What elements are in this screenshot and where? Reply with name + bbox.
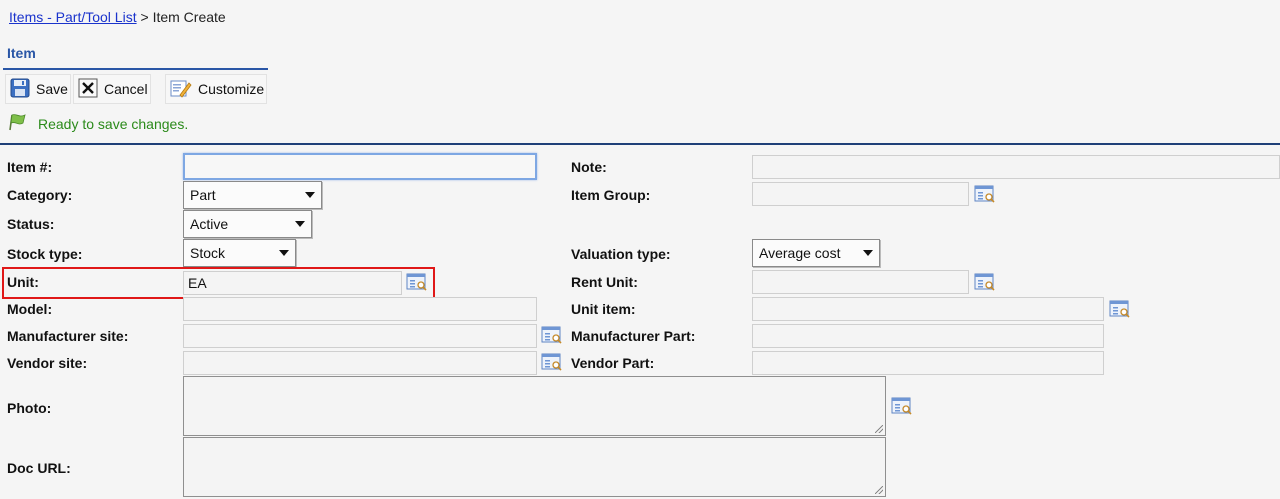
status-message: Ready to save changes. [8, 113, 188, 134]
valuation-type-label: Valuation type: [571, 246, 671, 262]
resize-handle-icon[interactable] [875, 486, 883, 494]
category-select-value: Part [190, 187, 216, 203]
valuation-type-select-value: Average cost [759, 245, 841, 261]
photo-label: Photo: [7, 400, 52, 416]
item-no-label: Item #: [7, 159, 53, 175]
lookup-icon[interactable] [541, 325, 563, 345]
lookup-icon[interactable] [1109, 299, 1131, 319]
item-group-label: Item Group: [571, 187, 651, 203]
unit-input[interactable] [183, 271, 402, 295]
breadcrumb-current: Item Create [152, 9, 226, 25]
item-group-input[interactable] [752, 182, 969, 206]
note-label: Note: [571, 159, 607, 175]
breadcrumb: Items - Part/Tool List > Item Create [9, 9, 226, 25]
stock-type-label: Stock type: [7, 246, 83, 262]
floppy-disk-icon [10, 78, 30, 101]
customize-button-label: Customize [198, 81, 265, 97]
lookup-icon[interactable] [974, 184, 996, 204]
chevron-down-icon [863, 250, 873, 256]
lookup-icon[interactable] [406, 272, 428, 292]
lookup-icon[interactable] [974, 272, 996, 292]
rent-unit-label: Rent Unit: [571, 274, 638, 290]
model-input[interactable] [183, 297, 537, 321]
manufacturer-part-label: Manufacturer Part: [571, 328, 696, 344]
status-select[interactable]: Active [183, 210, 312, 238]
close-icon [78, 78, 98, 101]
category-label: Category: [7, 187, 73, 203]
section-title-rule [3, 68, 268, 70]
chevron-down-icon [279, 250, 289, 256]
vendor-site-input[interactable] [183, 351, 537, 375]
unit-item-input[interactable] [752, 297, 1104, 321]
photo-textarea[interactable] [183, 376, 886, 436]
doc-url-label: Doc URL: [7, 460, 71, 476]
customize-icon [170, 78, 192, 101]
flag-icon [8, 113, 28, 134]
cancel-button[interactable]: Cancel [73, 74, 151, 104]
save-button[interactable]: Save [5, 74, 71, 104]
breadcrumb-separator: > [140, 9, 149, 25]
save-button-label: Save [36, 81, 68, 97]
category-select[interactable]: Part [183, 181, 322, 209]
status-message-text: Ready to save changes. [38, 115, 189, 132]
lookup-icon[interactable] [891, 396, 913, 416]
manufacturer-site-label: Manufacturer site: [7, 328, 129, 344]
cancel-button-label: Cancel [104, 81, 148, 97]
resize-handle-icon[interactable] [875, 425, 883, 433]
manufacturer-part-input[interactable] [752, 324, 1104, 348]
section-title: Item [7, 45, 36, 61]
vendor-site-label: Vendor site: [7, 355, 88, 371]
item-no-input[interactable] [183, 153, 537, 180]
rent-unit-input[interactable] [752, 270, 969, 294]
vendor-part-label: Vendor Part: [571, 355, 655, 371]
unit-label: Unit: [7, 274, 39, 290]
model-label: Model: [7, 301, 53, 317]
status-select-value: Active [190, 216, 229, 232]
vendor-part-input[interactable] [752, 351, 1104, 375]
stock-type-select-value: Stock [190, 245, 226, 261]
note-input[interactable] [752, 155, 1280, 179]
chevron-down-icon [295, 221, 305, 227]
customize-button[interactable]: Customize [165, 74, 267, 104]
unit-item-label: Unit item: [571, 301, 636, 317]
valuation-type-select[interactable]: Average cost [752, 239, 880, 267]
breadcrumb-link-items[interactable]: Items - Part/Tool List [9, 9, 137, 25]
status-label: Status: [7, 216, 55, 232]
form-divider [0, 143, 1280, 145]
chevron-down-icon [305, 192, 315, 198]
stock-type-select[interactable]: Stock [183, 239, 296, 267]
doc-url-textarea[interactable] [183, 437, 886, 497]
manufacturer-site-input[interactable] [183, 324, 537, 348]
lookup-icon[interactable] [541, 352, 563, 372]
